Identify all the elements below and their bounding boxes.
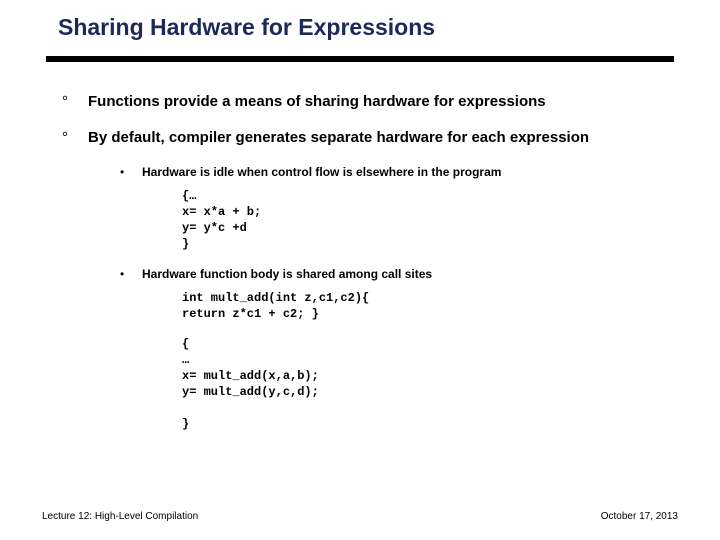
slide-body: ° Functions provide a means of sharing h… <box>62 92 662 446</box>
footer-right: October 17, 2013 <box>601 511 678 522</box>
title-rule <box>46 56 674 62</box>
bullet-1: ° Functions provide a means of sharing h… <box>62 92 662 112</box>
sub-bullet-text: Hardware is idle when control flow is el… <box>142 164 501 180</box>
bullet-mark: ° <box>62 92 88 112</box>
code-block-1: {… x= x*a + b; y= y*c +d } <box>182 188 662 252</box>
code-block-3: { … x= mult_add(x,a,b); y= mult_add(y,c,… <box>182 336 662 432</box>
slide-title: Sharing Hardware for Expressions <box>58 14 435 41</box>
sub-bullet-mark: • <box>120 266 142 282</box>
sub-bullet-2: • Hardware function body is shared among… <box>120 266 662 282</box>
bullet-text: By default, compiler generates separate … <box>88 128 589 148</box>
footer-left: Lecture 12: High-Level Compilation <box>42 511 198 522</box>
bullet-mark: ° <box>62 128 88 148</box>
sub-bullet-text: Hardware function body is shared among c… <box>142 266 432 282</box>
sub-bullet-1: • Hardware is idle when control flow is … <box>120 164 662 180</box>
slide: Sharing Hardware for Expressions ° Funct… <box>0 0 720 540</box>
code-block-2: int mult_add(int z,c1,c2){ return z*c1 +… <box>182 290 662 322</box>
sub-bullet-mark: • <box>120 164 142 180</box>
bullet-text: Functions provide a means of sharing har… <box>88 92 546 112</box>
bullet-2: ° By default, compiler generates separat… <box>62 128 662 148</box>
